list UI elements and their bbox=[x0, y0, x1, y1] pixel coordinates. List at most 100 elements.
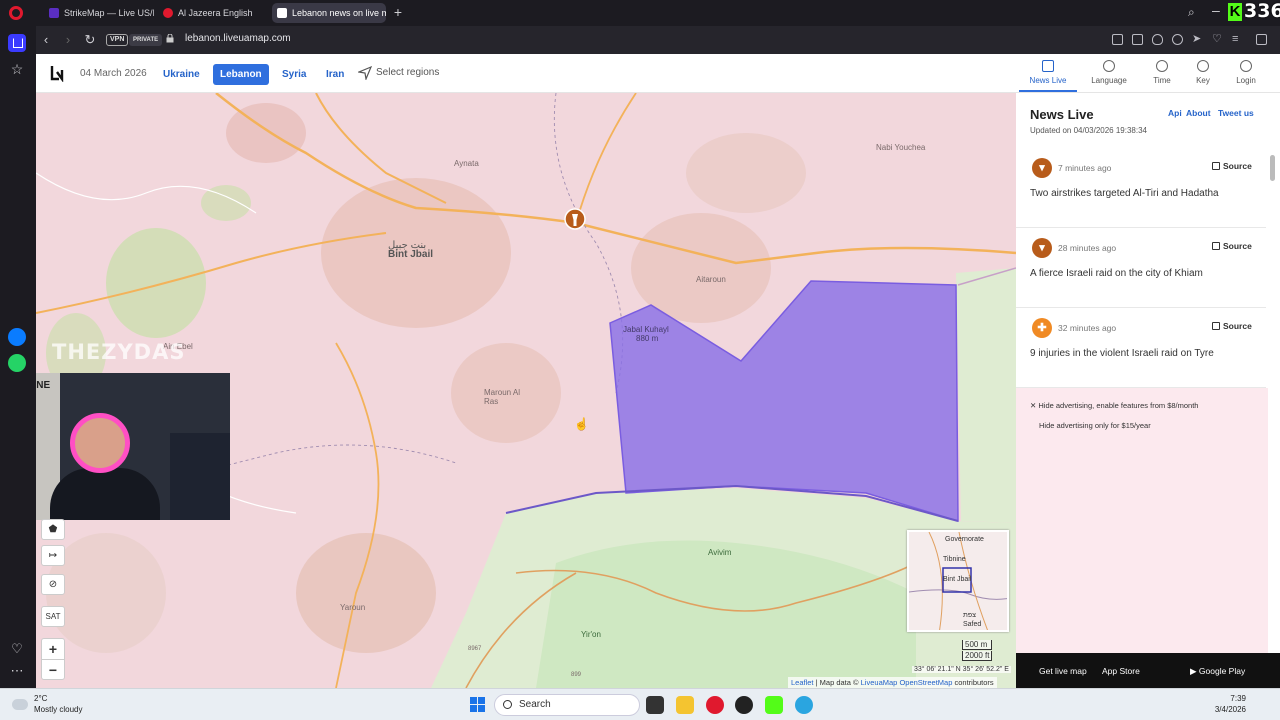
region-link-ukraine[interactable]: Ukraine bbox=[156, 64, 207, 85]
tab-language[interactable]: Language bbox=[1082, 60, 1136, 85]
measure-icon[interactable]: ↦ bbox=[41, 545, 65, 566]
panel-scrollbar[interactable] bbox=[1270, 155, 1275, 181]
shield-icon[interactable] bbox=[1152, 34, 1163, 45]
region-link-iran[interactable]: Iran bbox=[319, 64, 351, 85]
draw-polygon-icon[interactable]: ⬟ bbox=[41, 519, 65, 540]
new-tab-button[interactable]: + bbox=[391, 5, 405, 19]
tab-aljazeera[interactable]: Al Jazeera English bbox=[158, 3, 268, 23]
telegram-icon[interactable] bbox=[795, 696, 813, 714]
tweet-us-link[interactable]: Tweet us bbox=[1218, 108, 1254, 118]
source-label: Source bbox=[1223, 321, 1252, 331]
opera-logo-icon[interactable] bbox=[9, 6, 23, 20]
tab-label: Language bbox=[1091, 76, 1127, 85]
lock-icon[interactable] bbox=[166, 34, 174, 43]
news-item[interactable]: ✚ 32 minutes ago Source 9 injuries in th… bbox=[1016, 308, 1266, 388]
menu-icon[interactable]: ≡ bbox=[1232, 34, 1243, 45]
source-link[interactable]: Source bbox=[1212, 321, 1252, 331]
whatsapp-icon[interactable] bbox=[8, 354, 26, 372]
tab-news-live[interactable]: News Live bbox=[1021, 60, 1075, 85]
url-field[interactable]: lebanon.liveuamap.com bbox=[185, 33, 291, 44]
webcam-person-head bbox=[70, 413, 130, 473]
place-label-jabal-kuhayl: Jabal Kuhayl bbox=[623, 325, 669, 334]
star-icon[interactable]: ☆ bbox=[8, 60, 26, 78]
weather-description[interactable]: Mostly cloudy bbox=[34, 705, 82, 714]
vpn-badge[interactable]: VPN bbox=[106, 34, 129, 46]
stream-watermark: THEZYDAS bbox=[52, 340, 186, 364]
forward-button[interactable]: › bbox=[60, 31, 76, 49]
place-label-yaroun: Yaroun bbox=[340, 603, 366, 612]
coordinates-readout: 33° 06' 21.1" N 35° 26' 52.2" E bbox=[912, 666, 1011, 673]
region-link-lebanon[interactable]: Lebanon bbox=[213, 64, 269, 85]
windows-start-icon[interactable] bbox=[470, 697, 486, 713]
news-time: 7 minutes ago bbox=[1058, 163, 1112, 173]
airstrike-marker-icon[interactable] bbox=[564, 208, 586, 232]
weather-temperature[interactable]: 2°C bbox=[34, 694, 47, 703]
place-label-avivim: Avivim bbox=[708, 548, 732, 557]
place-label-jabal-kuhayl-elevation: 880 m bbox=[636, 334, 659, 343]
hide-ads-yearly-link[interactable]: Hide advertising only for $15/year bbox=[1039, 421, 1151, 430]
tab-liveuamap[interactable]: Lebanon news on live ma bbox=[272, 3, 386, 23]
clock-icon bbox=[1156, 60, 1168, 72]
zoom-out-button[interactable]: − bbox=[42, 659, 64, 679]
news-icon bbox=[1042, 60, 1054, 72]
minimap[interactable]: Governorate Tibnine Bint Jbail צפת Safed bbox=[907, 530, 1009, 632]
news-item[interactable]: ▾ 7 minutes ago Source Two airstrikes ta… bbox=[1016, 148, 1266, 228]
about-link[interactable]: About bbox=[1186, 108, 1211, 118]
leaflet-link[interactable]: Leaflet bbox=[791, 678, 814, 687]
region-link-syria[interactable]: Syria bbox=[275, 64, 313, 85]
heart-icon[interactable]: ♡ bbox=[1212, 34, 1223, 45]
task-view-icon[interactable] bbox=[646, 696, 664, 714]
get-live-map-link[interactable]: Get live map bbox=[1039, 666, 1087, 676]
reload-button[interactable]: ↻ bbox=[82, 31, 98, 49]
opera-taskbar-icon[interactable] bbox=[706, 696, 724, 714]
news-text: 9 injuries in the violent Israeli raid o… bbox=[1030, 348, 1214, 359]
minimap-bint-jbail: Bint Jbail bbox=[943, 576, 972, 583]
clock-date[interactable]: 3/4/2026 bbox=[1206, 705, 1246, 714]
clock-time[interactable]: 7:39 bbox=[1206, 694, 1246, 703]
camera-icon[interactable] bbox=[1132, 34, 1143, 45]
tab-strikemap[interactable]: StrikeMap — Live US/Isra bbox=[44, 3, 154, 23]
tab-label: Al Jazeera English bbox=[178, 8, 253, 18]
mouse-cursor-icon: ☝ bbox=[574, 417, 589, 431]
windows-taskbar: 2°C Mostly cloudy Search 7:39 3/4/2026 bbox=[0, 688, 1280, 720]
webcam-monitor bbox=[170, 433, 230, 520]
satellite-toggle-button[interactable]: SAT bbox=[41, 606, 65, 627]
extensions-icon[interactable] bbox=[1172, 34, 1183, 45]
file-explorer-icon[interactable] bbox=[676, 696, 694, 714]
wallet-icon[interactable] bbox=[1256, 34, 1267, 45]
navigation-arrow-icon bbox=[358, 66, 372, 80]
ad-text: Hide advertising, enable features from $… bbox=[1038, 401, 1199, 410]
source-link[interactable]: Source bbox=[1212, 241, 1252, 251]
liveuamap-logo-icon[interactable] bbox=[50, 64, 66, 82]
news-item[interactable]: ▾ 28 minutes ago Source A fierce Israeli… bbox=[1016, 228, 1266, 308]
obs-icon[interactable] bbox=[735, 696, 753, 714]
hide-layer-icon[interactable]: ⊘ bbox=[41, 574, 65, 595]
minimize-button[interactable]: – bbox=[1212, 2, 1220, 18]
zoom-in-button[interactable]: + bbox=[42, 639, 64, 659]
liveuamap-link[interactable]: LiveuaMap bbox=[861, 678, 898, 687]
map-canvas[interactable]: بنت جبيل Bint Jbail Aynata Maroun Al Ras… bbox=[36, 93, 1016, 688]
back-button[interactable]: ‹ bbox=[38, 31, 54, 49]
more-icon[interactable]: ⋯ bbox=[8, 662, 26, 680]
news-text: A fierce Israeli raid on the city of Khi… bbox=[1030, 268, 1203, 279]
google-play-link[interactable]: ▶ Google Play bbox=[1190, 666, 1245, 677]
messenger-icon[interactable] bbox=[8, 328, 26, 346]
tab-search-icon[interactable]: ⌕ bbox=[1188, 5, 1195, 20]
cloud-icon[interactable] bbox=[12, 699, 28, 710]
kick-taskbar-icon[interactable] bbox=[765, 696, 783, 714]
tab-login[interactable]: Login bbox=[1219, 60, 1273, 85]
select-regions-button[interactable]: Select regions bbox=[358, 66, 439, 80]
source-link[interactable]: Source bbox=[1212, 161, 1252, 171]
ad-box: ✕ Hide advertising, enable features from… bbox=[1016, 388, 1268, 653]
app-store-link[interactable]: App Store bbox=[1102, 666, 1140, 676]
heart-icon[interactable]: ♡ bbox=[8, 640, 26, 658]
home-icon[interactable] bbox=[8, 34, 26, 52]
zoom-control: + − bbox=[41, 638, 65, 680]
hide-ads-monthly-link[interactable]: ✕ Hide advertising, enable features from… bbox=[1030, 401, 1198, 410]
send-icon[interactable]: ➤ bbox=[1192, 34, 1203, 45]
tab-label: News Live bbox=[1029, 76, 1067, 85]
api-link[interactable]: Api bbox=[1168, 108, 1182, 118]
osm-link[interactable]: OpenStreetMap bbox=[899, 678, 952, 687]
taskbar-search-input[interactable]: Search bbox=[494, 694, 640, 716]
share-icon[interactable] bbox=[1112, 34, 1123, 45]
